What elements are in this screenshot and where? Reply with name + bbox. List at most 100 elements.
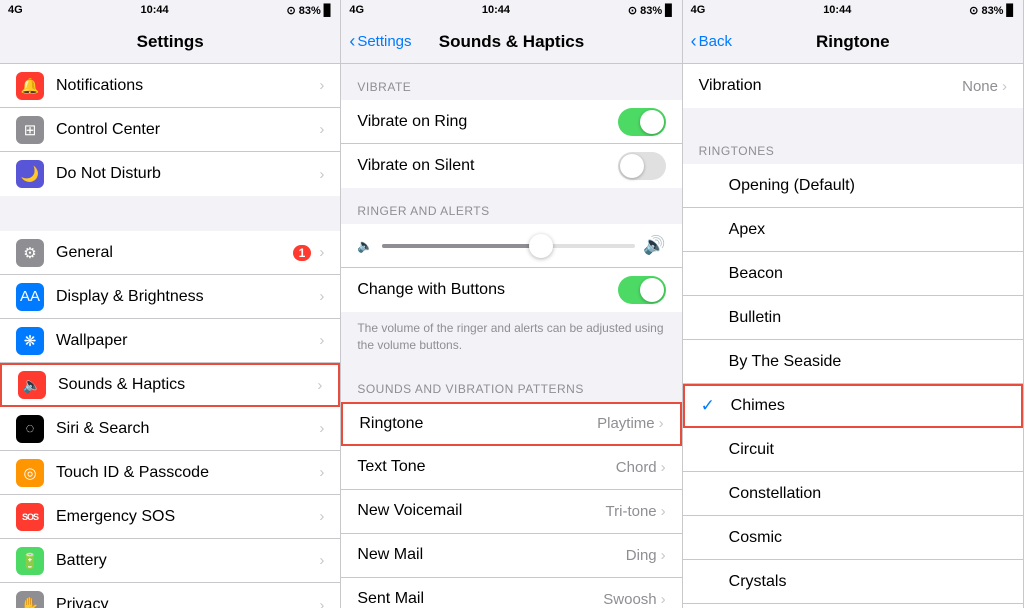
settings-item-sounds[interactable]: 🔈 Sounds & Haptics › — [0, 363, 340, 407]
settings-item-touchid[interactable]: ◎ Touch ID & Passcode › — [0, 451, 340, 495]
text-tone-label: Text Tone — [357, 458, 615, 476]
ringtone-constellation[interactable]: ✓ Constellation — [683, 472, 1023, 516]
settings-item-siri[interactable]: ◌ Siri & Search › — [0, 407, 340, 451]
bulletin-label: Bulletin — [729, 309, 1007, 327]
vibration-item[interactable]: Vibration None › — [683, 64, 1023, 108]
sounds-vibration-section-header: SOUNDS AND VIBRATION PATTERNS — [341, 366, 681, 402]
sounds-back-label: Settings — [357, 33, 411, 50]
settings-item-wallpaper[interactable]: ❋ Wallpaper › — [0, 319, 340, 363]
cosmic-label: Cosmic — [729, 529, 1007, 547]
ringtone-back-button[interactable]: ‹ Back — [691, 31, 732, 52]
vibrate-silent-toggle[interactable] — [618, 152, 666, 180]
ringtone-circuit[interactable]: ✓ Circuit — [683, 428, 1023, 472]
sounds-content: VIBRATE Vibrate on Ring Vibrate on Silen… — [341, 64, 681, 608]
constellation-label: Constellation — [729, 485, 1007, 503]
settings-item-display[interactable]: AA Display & Brightness › — [0, 275, 340, 319]
text-tone-item[interactable]: Text Tone Chord › — [341, 446, 681, 490]
ringtone-crystals[interactable]: ✓ Crystals — [683, 560, 1023, 604]
general-badge: 1 — [293, 245, 312, 261]
display-chevron: › — [319, 288, 324, 305]
privacy-icon: ✋ — [16, 591, 44, 608]
sounds-icon: 🔈 — [18, 371, 46, 399]
sounds-vibration-group: Ringtone Playtime › Text Tone Chord › Ne… — [341, 402, 681, 608]
settings-item-privacy[interactable]: ✋ Privacy › — [0, 583, 340, 608]
text-tone-chevron: › — [661, 459, 666, 476]
check-chimes: ✓ — [701, 396, 721, 416]
ringtone-label: Ringtone — [359, 415, 597, 433]
text-tone-value: Chord — [616, 459, 657, 476]
settings-item-battery[interactable]: 🔋 Battery › — [0, 539, 340, 583]
settings-header: Settings — [0, 20, 340, 64]
new-voicemail-chevron: › — [661, 503, 666, 520]
toggle-knob — [640, 110, 664, 134]
ringtones-gap — [683, 108, 1023, 128]
ringtone-cosmic[interactable]: ✓ Cosmic — [683, 516, 1023, 560]
volume-low-icon: 🔈 — [357, 238, 373, 254]
volume-slider-track[interactable] — [382, 244, 636, 248]
touchid-label: Touch ID & Passcode — [56, 464, 319, 482]
ringtone-bulletin[interactable]: ✓ Bulletin — [683, 296, 1023, 340]
ringtone-hillside[interactable]: ✓ Hillside — [683, 604, 1023, 608]
new-mail-item[interactable]: New Mail Ding › — [341, 534, 681, 578]
vibrate-ring-label: Vibrate on Ring — [357, 113, 617, 131]
vibration-label: Vibration — [699, 77, 962, 95]
new-voicemail-item[interactable]: New Voicemail Tri-tone › — [341, 490, 681, 534]
ringtone-opening[interactable]: ✓ Opening (Default) — [683, 164, 1023, 208]
siri-chevron: › — [319, 420, 324, 437]
ringer-info-text: The volume of the ringer and alerts can … — [341, 312, 681, 366]
vibrate-ring-item[interactable]: Vibrate on Ring — [341, 100, 681, 144]
siri-label: Siri & Search — [56, 420, 319, 438]
vibrate-silent-item[interactable]: Vibrate on Silent — [341, 144, 681, 188]
settings-item-do-not-disturb[interactable]: 🌙 Do Not Disturb › — [0, 152, 340, 196]
do-not-disturb-chevron: › — [319, 166, 324, 183]
notifications-chevron: › — [319, 77, 324, 94]
volume-high-icon: 🔊 — [643, 235, 665, 256]
ringtone-item[interactable]: Ringtone Playtime › — [341, 402, 681, 446]
do-not-disturb-icon: 🌙 — [16, 160, 44, 188]
ringtones-section-header: RINGTONES — [683, 128, 1023, 164]
settings-title: Settings — [137, 32, 204, 52]
general-icon: ⚙ — [16, 239, 44, 267]
back-chevron-icon: ‹ — [349, 31, 355, 52]
battery-icons-1: ⊙ 83% ▊ — [287, 4, 333, 17]
change-with-buttons-label: Change with Buttons — [357, 281, 617, 299]
ringtone-by-the-seaside[interactable]: ✓ By The Seaside — [683, 340, 1023, 384]
wallpaper-label: Wallpaper — [56, 332, 319, 350]
ringer-section-header: RINGER AND ALERTS — [341, 188, 681, 224]
notifications-icon: 🔔 — [16, 72, 44, 100]
new-mail-chevron: › — [661, 547, 666, 564]
emergency-icon: SOS — [16, 503, 44, 531]
settings-item-emergency[interactable]: SOS Emergency SOS › — [0, 495, 340, 539]
privacy-chevron: › — [319, 597, 324, 608]
display-label: Display & Brightness — [56, 288, 319, 306]
settings-item-control-center[interactable]: ⊞ Control Center › — [0, 108, 340, 152]
beacon-label: Beacon — [729, 265, 1007, 283]
battery-chevron: › — [319, 552, 324, 569]
time-3: 10:44 — [823, 4, 851, 16]
ringtone-chimes[interactable]: ✓ Chimes — [683, 384, 1023, 428]
panel-settings: 4G 10:44 ⊙ 83% ▊ Settings 🔔 Notification… — [0, 0, 341, 608]
ringtone-beacon[interactable]: ✓ Beacon — [683, 252, 1023, 296]
vibrate-group: Vibrate on Ring Vibrate on Silent — [341, 100, 681, 188]
notifications-label: Notifications — [56, 77, 319, 95]
vibrate-ring-toggle[interactable] — [618, 108, 666, 136]
wallpaper-icon: ❋ — [16, 327, 44, 355]
volume-slider-row[interactable]: 🔈 🔊 — [341, 224, 681, 268]
settings-item-general[interactable]: ⚙ General 1 › — [0, 231, 340, 275]
sent-mail-label: Sent Mail — [357, 590, 603, 608]
new-mail-label: New Mail — [357, 546, 625, 564]
sounds-back-button[interactable]: ‹ Settings — [349, 31, 411, 52]
settings-group-2: ⚙ General 1 › AA Display & Brightness › … — [0, 231, 340, 608]
circuit-label: Circuit — [729, 441, 1007, 459]
ringtone-back-chevron-icon: ‹ — [691, 31, 697, 52]
settings-item-notifications[interactable]: 🔔 Notifications › — [0, 64, 340, 108]
sent-mail-item[interactable]: Sent Mail Swoosh › — [341, 578, 681, 608]
change-with-buttons-item[interactable]: Change with Buttons — [341, 268, 681, 312]
ringtone-apex[interactable]: ✓ Apex — [683, 208, 1023, 252]
status-bar-3: 4G 10:44 ⊙ 83% ▊ — [683, 0, 1023, 20]
volume-slider-thumb[interactable] — [529, 234, 553, 258]
control-center-label: Control Center — [56, 121, 319, 139]
battery-icons-2: ⊙ 83% ▊ — [628, 4, 674, 17]
vibration-chevron: › — [1002, 78, 1007, 95]
change-with-buttons-toggle[interactable] — [618, 276, 666, 304]
